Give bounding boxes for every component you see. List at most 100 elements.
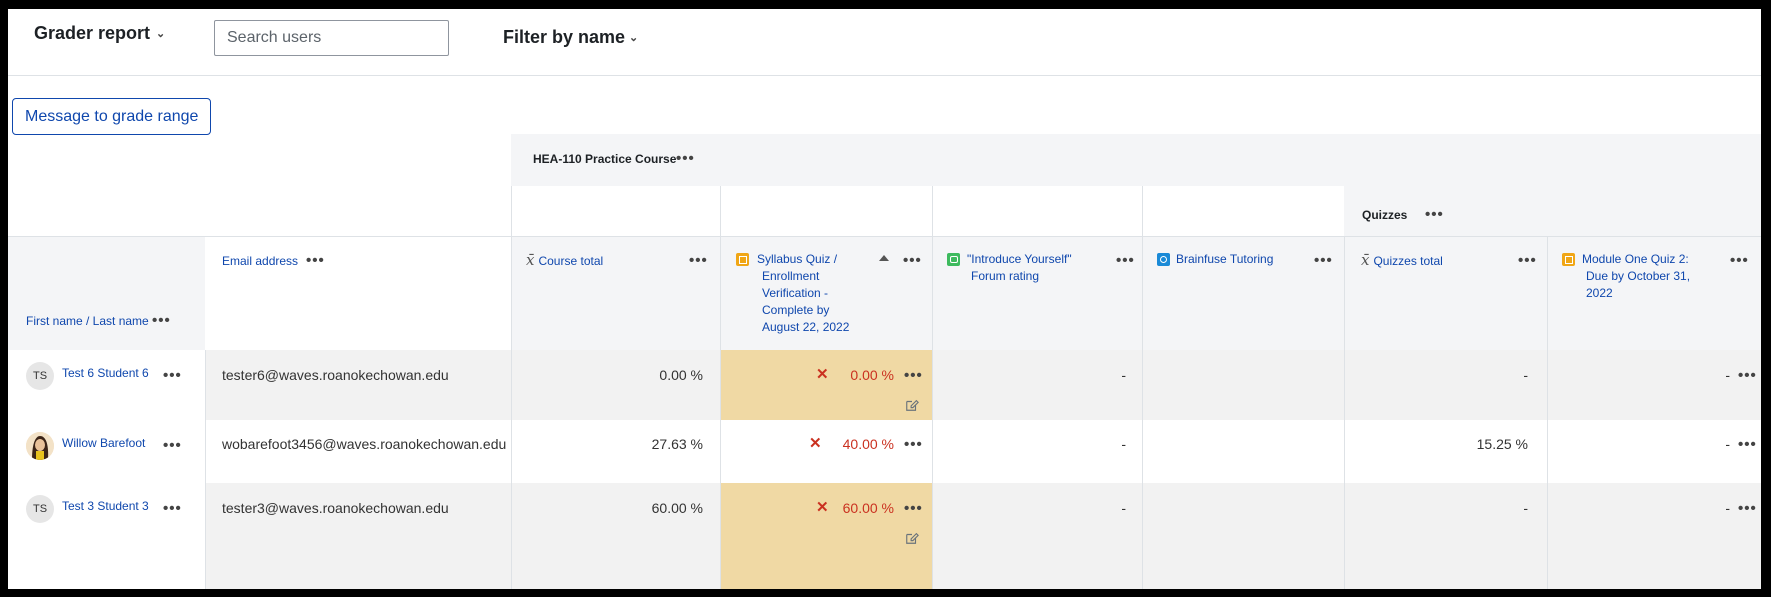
user-name-link[interactable]: Test 3 Student 3 [62,499,149,513]
sort-ascending-icon[interactable] [879,255,889,261]
brainfuse-menu-icon[interactable]: ••• [1314,253,1333,268]
divider [511,186,512,589]
filter-label: Filter by name [503,27,626,47]
divider [1142,236,1143,589]
divider [1344,236,1345,589]
header-name-cell: First name / Last name ••• [8,236,205,351]
module-one-value: - [1725,500,1730,516]
highlighted-grade-cell[interactable] [720,350,932,420]
email-column-link[interactable]: Email address [222,253,298,270]
header-brainfuse-cell: Brainfuse Tutoring ••• [1142,236,1344,351]
syllabus-quiz-link[interactable]: Syllabus Quiz / Enrollment Verification … [757,251,849,336]
course-total-cell [511,350,720,420]
header-email-cell: Email address ••• [205,236,511,351]
divider [1547,236,1548,589]
module-one-quiz-link[interactable]: Module One Quiz 2: Due by October 31, 20… [1582,251,1690,302]
sigma-icon: x̄ [1361,251,1370,269]
course-total-menu-icon[interactable]: ••• [689,253,708,268]
course-category-menu-icon[interactable]: ••• [676,151,695,166]
name-column-menu-icon[interactable]: ••• [152,313,171,328]
header-module-one-cell: Module One Quiz 2: Due by October 31, 20… [1547,236,1761,351]
search-users-input[interactable] [214,20,449,56]
divider [720,186,721,236]
table-row: TS Test 3 Student 3 ••• tester3@waves.ro… [8,483,1761,589]
edit-icon[interactable] [905,398,919,412]
user-email: tester3@waves.roanokechowan.edu [222,500,449,516]
report-selector-label: Grader report [34,23,151,43]
external-tool-icon [1157,253,1170,266]
forum-line-1: "Introduce Yourself" [967,252,1072,266]
sort-by-name-link[interactable]: First name / Last name [26,313,149,330]
avatar: TS [26,495,54,523]
row-menu-icon[interactable]: ••• [1738,368,1757,383]
category-band [511,134,1761,186]
quizzes-total-value: - [1523,367,1528,383]
grader-report-page: Grader report ⌄ Filter by name ⌄ Message… [8,9,1761,589]
module-one-line-1: Module One Quiz 2: [1582,252,1689,266]
module-one-menu-icon[interactable]: ••• [1730,253,1749,268]
quizzes-total-value: - [1523,500,1528,516]
header-quizzes-total-cell: x̄ Quizzes total ••• [1344,236,1547,351]
user-menu-icon[interactable]: ••• [163,501,182,516]
user-name-link[interactable]: Test 6 Student 6 [62,366,149,380]
syllabus-grade-value: 0.00 % [850,367,894,383]
divider [932,186,933,236]
divider [205,350,206,589]
module-one-line-3: 2022 [1586,286,1613,300]
divider [720,236,721,589]
header-forum-cell: "Introduce Yourself" Forum rating ••• [932,236,1142,351]
forum-value: - [1121,367,1126,383]
course-total-heading: x̄ Course total [526,251,603,270]
course-total-value: 27.63 % [651,436,703,452]
brainfuse-link[interactable]: Brainfuse Tutoring [1176,251,1273,268]
email-column-menu-icon[interactable]: ••• [306,253,325,268]
course-total-link[interactable]: Course total [538,254,603,268]
row-menu-icon[interactable]: ••• [1738,437,1757,452]
syllabus-quiz-line-2: Enrollment [762,269,820,283]
user-name-link[interactable]: Willow Barefoot [62,436,145,450]
message-to-grade-range-button[interactable]: Message to grade range [12,98,212,135]
grade-menu-icon[interactable]: ••• [904,368,923,383]
forum-value: - [1121,436,1126,452]
user-menu-icon[interactable]: ••• [163,438,182,453]
user-menu-icon[interactable]: ••• [163,368,182,383]
table-row: Willow Barefoot ••• wobarefoot3456@waves… [8,420,1761,484]
quizzes-total-heading: x̄ Quizzes total [1361,251,1443,270]
module-one-value: - [1725,367,1730,383]
syllabus-grade-value: 40.00 % [842,436,894,452]
module-one-line-2: Due by October 31, [1586,269,1691,283]
fail-icon: ✕ [816,366,829,383]
course-total-value: 0.00 % [659,367,703,383]
avatar: TS [26,362,54,390]
syllabus-quiz-menu-icon[interactable]: ••• [903,253,922,268]
quizzes-category-menu-icon[interactable]: ••• [1425,207,1444,222]
report-selector[interactable]: Grader report ⌄ [34,23,165,44]
quiz-icon [1562,253,1575,266]
top-bar: Grader report ⌄ Filter by name ⌄ [8,9,1761,76]
forum-rating-link[interactable]: "Introduce Yourself" Forum rating [967,251,1072,285]
forum-icon [947,253,960,266]
user-email: tester6@waves.roanokechowan.edu [222,367,449,383]
course-category-label: HEA-110 Practice Course [533,152,677,166]
quizzes-total-menu-icon[interactable]: ••• [1518,253,1537,268]
syllabus-quiz-line-1: Syllabus Quiz / [757,252,838,266]
filter-by-name-dropdown[interactable]: Filter by name ⌄ [503,27,638,48]
grade-menu-icon[interactable]: ••• [904,501,923,516]
header-course-total-cell: x̄ Course total ••• [511,236,720,351]
chevron-down-icon: ⌄ [156,28,166,40]
row-menu-icon[interactable]: ••• [1738,501,1757,516]
forum-menu-icon[interactable]: ••• [1116,253,1135,268]
quiz-icon [736,253,749,266]
syllabus-grade-value: 60.00 % [842,500,894,516]
fail-icon: ✕ [816,499,829,516]
syllabus-quiz-line-4: Complete by [762,303,830,317]
user-email: wobarefoot3456@waves.roanokechowan.edu [222,436,507,452]
quizzes-total-link[interactable]: Quizzes total [1373,254,1442,268]
divider [932,236,933,589]
table-row: TS Test 6 Student 6 ••• tester6@waves.ro… [8,350,1761,421]
grade-menu-icon[interactable]: ••• [904,437,923,452]
course-total-value: 60.00 % [651,500,703,516]
edit-icon[interactable] [905,531,919,545]
avatar [26,432,54,460]
header-syllabus-quiz-cell: Syllabus Quiz / Enrollment Verification … [720,236,932,351]
